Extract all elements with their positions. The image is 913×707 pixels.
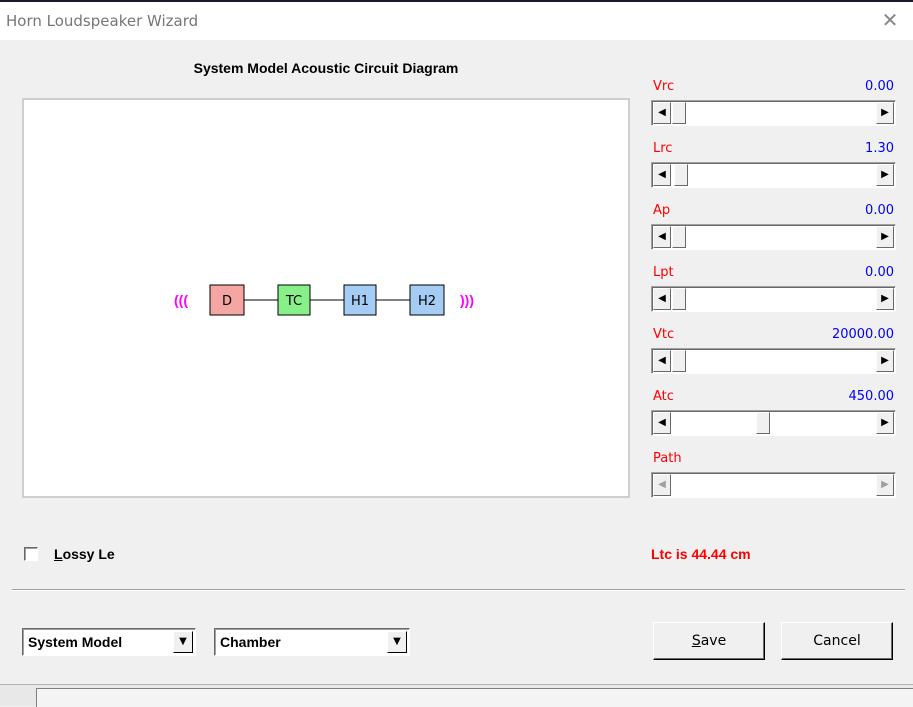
- slider-value: 1.30: [865, 141, 894, 156]
- separator: [12, 589, 905, 591]
- slider-label: Path: [653, 451, 682, 466]
- slider-row-lrc: Lrc 1.30 ◀ ▶: [651, 140, 896, 202]
- title-bar: Horn Loudspeaker Wizard ✕: [0, 2, 913, 40]
- slider-row-ap: Ap 0.00 ◀ ▶: [651, 202, 896, 264]
- vtc-scrollbar[interactable]: ◀ ▶: [651, 348, 896, 374]
- diagram-title: System Model Acoustic Circuit Diagram: [193, 60, 459, 76]
- slider-label: Lrc: [653, 141, 673, 156]
- slider-row-atc: Atc 450.00 ◀ ▶: [651, 388, 896, 450]
- lossy-le-label-rest: ossy Le: [62, 546, 115, 562]
- scroll-thumb[interactable]: [672, 102, 686, 124]
- scroll-left-icon[interactable]: ◀: [653, 102, 671, 124]
- scroll-right-icon[interactable]: ▶: [876, 288, 894, 310]
- chevron-down-icon[interactable]: ▼: [387, 631, 407, 653]
- atc-scrollbar[interactable]: ◀ ▶: [651, 410, 896, 436]
- slider-label: Vtc: [653, 327, 675, 342]
- block-h2-label: H2: [418, 294, 436, 309]
- scroll-thumb[interactable]: [672, 350, 686, 372]
- scroll-left-icon[interactable]: ◀: [653, 412, 671, 434]
- slider-label: Atc: [653, 389, 674, 404]
- block-d-label: D: [222, 294, 232, 309]
- scroll-thumb[interactable]: [672, 226, 686, 248]
- path-scrollbar: ◀ ▶: [651, 472, 896, 498]
- scroll-thumb[interactable]: [756, 412, 770, 434]
- vrc-scrollbar[interactable]: ◀ ▶: [651, 100, 896, 126]
- lpt-scrollbar[interactable]: ◀ ▶: [651, 286, 896, 312]
- scroll-right-icon[interactable]: ▶: [876, 164, 894, 186]
- scroll-thumb[interactable]: [672, 288, 686, 310]
- scroll-right-icon[interactable]: ▶: [876, 350, 894, 372]
- save-mnemonic: S: [691, 633, 701, 649]
- slider-value: 0.00: [865, 203, 894, 218]
- scroll-right-icon[interactable]: ▶: [876, 226, 894, 248]
- block-tc-label: TC: [285, 294, 302, 309]
- chamber-select-value: Chamber: [220, 634, 281, 650]
- chamber-select[interactable]: Chamber ▼: [214, 628, 410, 656]
- lrc-scrollbar[interactable]: ◀ ▶: [651, 162, 896, 188]
- slider-row-lpt: Lpt 0.00 ◀ ▶: [651, 264, 896, 326]
- circuit-svg: ((( D TC H1 H2 ))): [174, 284, 474, 316]
- block-h1-label: H1: [351, 294, 369, 309]
- scroll-left-icon[interactable]: ◀: [653, 350, 671, 372]
- chevron-down-icon[interactable]: ▼: [173, 631, 193, 653]
- parameter-sliders: Vrc 0.00 ◀ ▶ Lrc 1.30 ◀ ▶ Ap 0.00 ◀ ▶ Lp…: [651, 78, 896, 512]
- save-button[interactable]: Save: [653, 622, 765, 660]
- slider-value: 0.00: [865, 265, 894, 280]
- background-window: [0, 684, 913, 707]
- lossy-mnemonic: L: [54, 546, 63, 562]
- close-icon[interactable]: ✕: [879, 8, 901, 32]
- save-label-rest: ave: [700, 633, 727, 649]
- left-wave-icon: (((: [174, 292, 188, 308]
- ltc-status: Ltc is 44.44 cm: [651, 546, 751, 562]
- scroll-left-icon[interactable]: ◀: [653, 226, 671, 248]
- slider-value: 20000.00: [831, 327, 894, 342]
- window-title: Horn Loudspeaker Wizard: [6, 12, 199, 30]
- lossy-le-label: Lossy Le: [54, 546, 115, 562]
- lossy-le-checkbox[interactable]: [24, 547, 38, 561]
- scroll-right-icon[interactable]: ▶: [876, 412, 894, 434]
- model-select-value: System Model: [28, 634, 123, 650]
- slider-row-path: Path ◀ ▶: [651, 450, 896, 512]
- scroll-left-icon[interactable]: ◀: [653, 164, 671, 186]
- scroll-thumb[interactable]: [674, 164, 688, 186]
- slider-value: 450.00: [848, 389, 895, 404]
- scroll-left-icon: ◀: [653, 474, 671, 496]
- cancel-button[interactable]: Cancel: [781, 622, 893, 660]
- right-wave-icon: ))): [460, 292, 474, 308]
- acoustic-circuit-diagram: ((( D TC H1 H2 ))): [22, 98, 630, 498]
- background-window-frame: [36, 688, 913, 707]
- scroll-left-icon[interactable]: ◀: [653, 288, 671, 310]
- model-select[interactable]: System Model ▼: [22, 628, 196, 656]
- slider-row-vtc: Vtc 20000.00 ◀ ▶: [651, 326, 896, 388]
- slider-label: Lpt: [653, 265, 674, 280]
- lossy-le-checkbox-row[interactable]: Lossy Le: [24, 544, 115, 564]
- slider-row-vrc: Vrc 0.00 ◀ ▶: [651, 78, 896, 140]
- slider-label: Vrc: [653, 79, 675, 94]
- slider-label: Ap: [653, 203, 671, 218]
- ap-scrollbar[interactable]: ◀ ▶: [651, 224, 896, 250]
- slider-value: 0.00: [865, 79, 894, 94]
- scroll-right-icon: ▶: [876, 474, 894, 496]
- scroll-right-icon[interactable]: ▶: [876, 102, 894, 124]
